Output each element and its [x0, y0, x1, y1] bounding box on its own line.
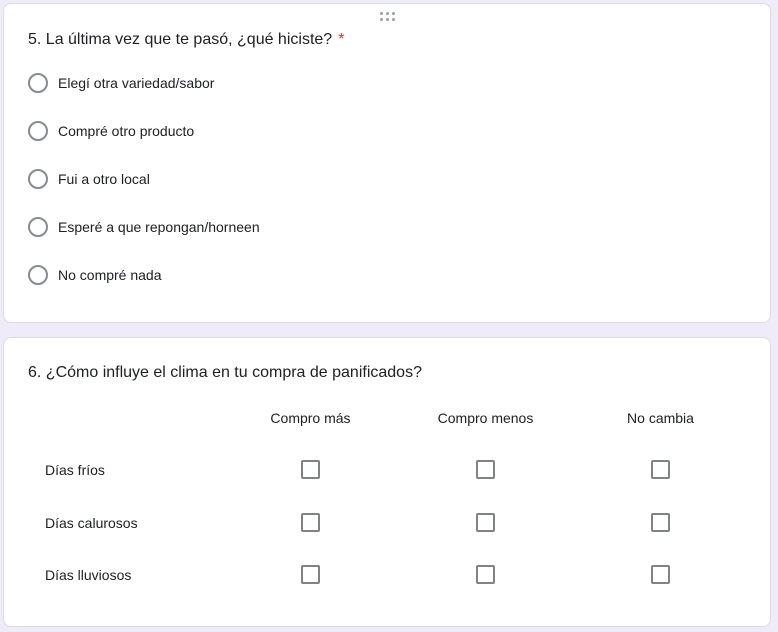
- checkbox-unchecked-icon[interactable]: [476, 565, 495, 584]
- question-title: 6. ¿Cómo influye el clima en tu compra d…: [28, 364, 422, 381]
- checkbox-unchecked-icon[interactable]: [476, 513, 495, 532]
- checkbox-unchecked-icon[interactable]: [301, 513, 320, 532]
- radio-option[interactable]: No compré nada: [28, 263, 162, 287]
- radio-option[interactable]: Fui a otro local: [28, 167, 150, 191]
- option-label: Compré otro producto: [58, 123, 195, 139]
- question-card-6: 6. ¿Cómo influye el clima en tu compra d…: [3, 337, 771, 627]
- grid-row-label: Días lluviosos: [45, 567, 132, 583]
- radio-option[interactable]: Elegí otra variedad/sabor: [28, 71, 214, 95]
- checkbox-unchecked-icon[interactable]: [651, 460, 670, 479]
- checkbox-unchecked-icon[interactable]: [301, 460, 320, 479]
- radio-unchecked-icon[interactable]: [28, 73, 48, 93]
- option-label: Esperé a que repongan/horneen: [58, 219, 260, 235]
- option-label: Fui a otro local: [58, 171, 150, 187]
- grid-row-label: Días fríos: [45, 462, 105, 478]
- option-label: No compré nada: [58, 267, 162, 283]
- checkbox-unchecked-icon[interactable]: [651, 513, 670, 532]
- radio-unchecked-icon[interactable]: [28, 169, 48, 189]
- radio-unchecked-icon[interactable]: [28, 217, 48, 237]
- checkbox-unchecked-icon[interactable]: [476, 460, 495, 479]
- question-title-text: 5. La última vez que te pasó, ¿qué hicis…: [28, 31, 333, 48]
- drag-handle-icon[interactable]: [380, 12, 398, 22]
- radio-unchecked-icon[interactable]: [28, 121, 48, 141]
- option-label: Elegí otra variedad/sabor: [58, 75, 215, 91]
- question-card-5: 5. La última vez que te pasó, ¿qué hicis…: [3, 3, 771, 323]
- grid-column-header: Compro más: [270, 410, 351, 426]
- checkbox-unchecked-icon[interactable]: [651, 565, 670, 584]
- grid-row-label: Días calurosos: [45, 515, 138, 531]
- radio-option[interactable]: Compré otro producto: [28, 119, 194, 143]
- question-title: 5. La última vez que te pasó, ¿qué hicis…: [28, 30, 344, 50]
- radio-option[interactable]: Esperé a que repongan/horneen: [28, 215, 260, 239]
- grid-column-header: No cambia: [627, 410, 694, 426]
- radio-unchecked-icon[interactable]: [28, 265, 48, 285]
- grid-column-header: Compro menos: [437, 410, 534, 426]
- required-asterisk: *: [338, 31, 345, 48]
- checkbox-unchecked-icon[interactable]: [301, 565, 320, 584]
